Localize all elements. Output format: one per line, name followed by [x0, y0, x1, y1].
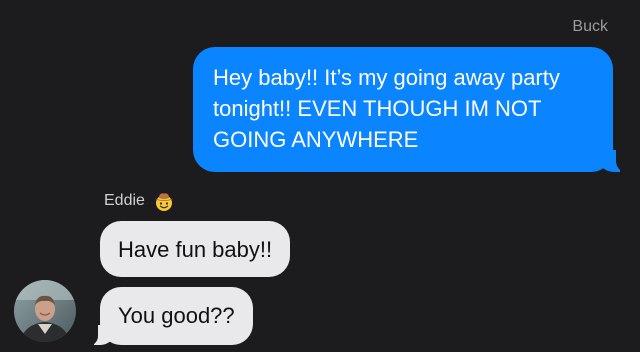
avatar[interactable] — [14, 280, 76, 342]
message-text: You good?? — [118, 303, 235, 328]
cowboy-hat-face-icon — [153, 190, 175, 212]
message-thread: Buck Hey baby!! It’s my going away party… — [0, 0, 640, 352]
message-text: Have fun baby!! — [118, 237, 273, 262]
sender-name-label: Eddie — [104, 192, 145, 209]
sender-name-eddie: Eddie — [104, 190, 175, 212]
message-text: Hey baby!! It’s my going away party toni… — [213, 65, 560, 152]
incoming-message-bubble[interactable]: You good?? — [86, 287, 253, 346]
contact-photo-icon — [14, 280, 76, 342]
outgoing-message-bubble[interactable]: Hey baby!! It’s my going away party toni… — [193, 47, 630, 173]
sender-name-buck: Buck — [572, 18, 608, 35]
incoming-message-bubble[interactable]: Have fun baby!! — [100, 221, 291, 277]
